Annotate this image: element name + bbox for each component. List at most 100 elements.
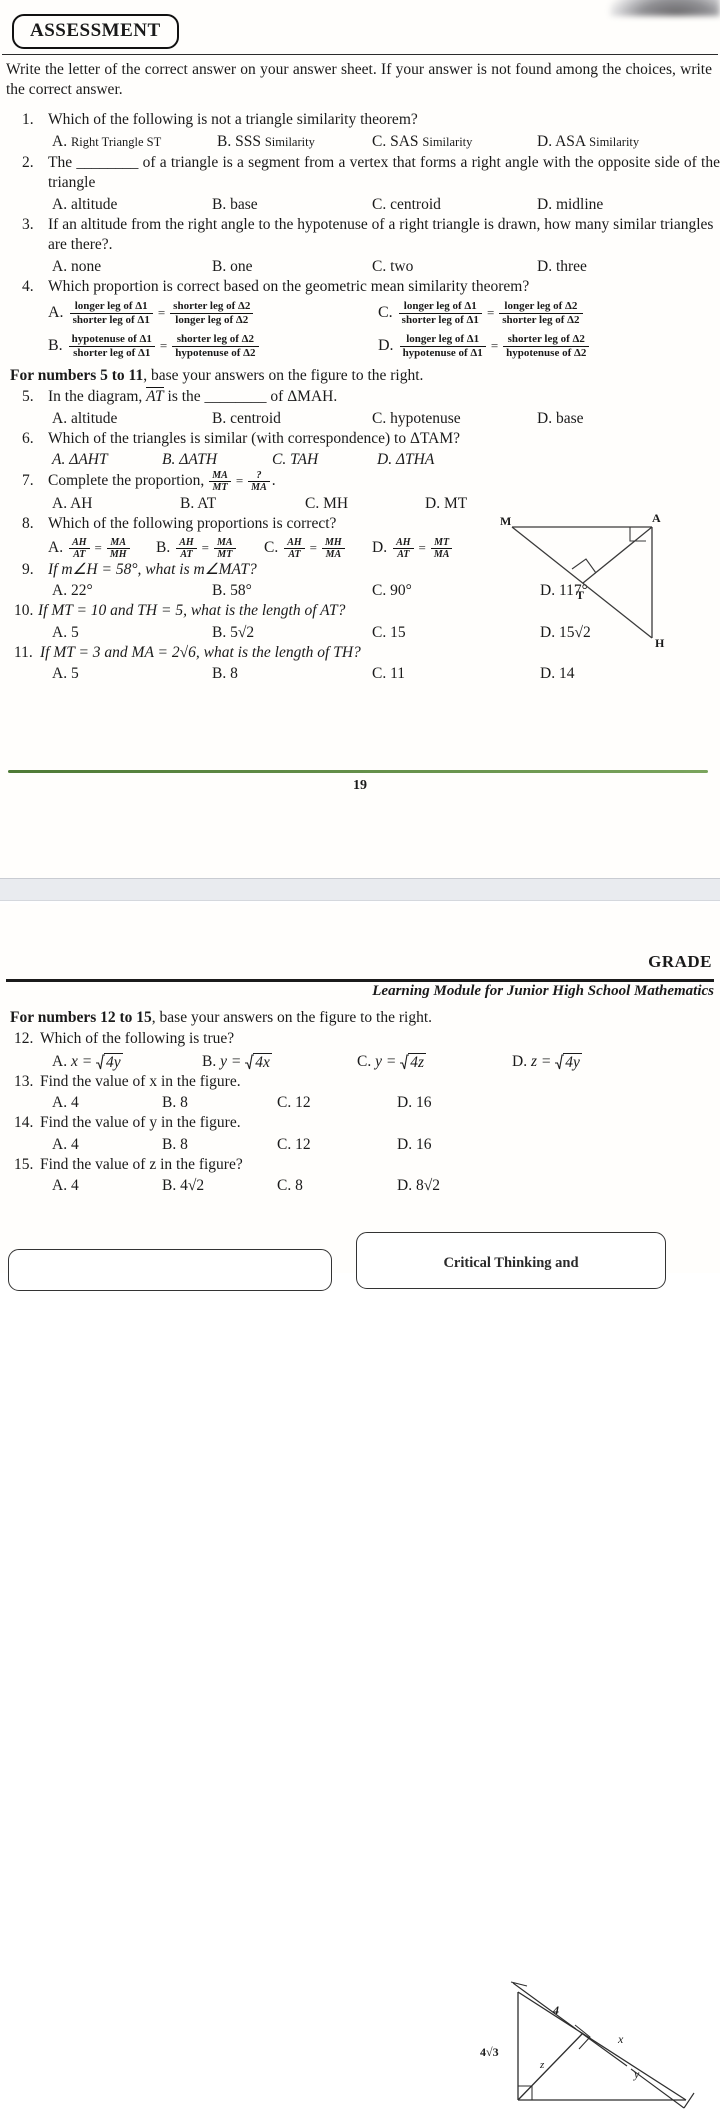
choice-c[interactable]: C. hypotenuse bbox=[372, 408, 537, 429]
choice-d[interactable]: D. 14 bbox=[540, 663, 574, 684]
hypotenuse bbox=[517, 1991, 687, 2101]
choice-c[interactable]: C. AH AT = MH MA bbox=[264, 537, 372, 560]
choice-b[interactable]: B. hypotenuse of Δ1 shorter leg of Δ1 = s… bbox=[48, 333, 378, 359]
choice-a[interactable]: A. 5 bbox=[52, 663, 212, 684]
choice-c[interactable]: C. 12 bbox=[277, 1134, 397, 1155]
choice-c[interactable]: C. centroid bbox=[372, 194, 537, 215]
choice-b[interactable]: B. y = 4x bbox=[202, 1052, 357, 1072]
choice-c[interactable]: C. 8 bbox=[277, 1175, 397, 1196]
radical-expression: 4z bbox=[400, 1052, 426, 1072]
equals-sign: = bbox=[157, 305, 166, 320]
question-7-choices: A. AH B. AT C. MH D. MT bbox=[52, 493, 720, 514]
choice-d[interactable]: D. z = 4y bbox=[512, 1052, 582, 1072]
choice-subtext: Similarity bbox=[422, 134, 473, 149]
question-number: 3. bbox=[22, 215, 34, 233]
fraction-denominator: AT bbox=[397, 548, 410, 560]
choice-d[interactable]: D. 8√2 bbox=[397, 1175, 440, 1196]
fraction-denominator: MA bbox=[325, 548, 342, 560]
choice-lhs: x = bbox=[70, 1053, 93, 1070]
choice-d[interactable]: D. MT bbox=[425, 493, 467, 514]
segment-at-altitude bbox=[582, 526, 653, 584]
choice-b[interactable]: B. 58° bbox=[212, 580, 372, 601]
choice-d[interactable]: D. three bbox=[537, 256, 587, 277]
equals-sign: = bbox=[309, 540, 318, 555]
choice-d[interactable]: D. AH AT = MT MA bbox=[372, 537, 454, 560]
fraction-denominator: AT bbox=[288, 548, 301, 560]
choice-c[interactable]: C. SAS Similarity bbox=[372, 131, 537, 153]
choice-b[interactable]: B. one bbox=[212, 256, 372, 277]
choice-b[interactable]: B. base bbox=[212, 194, 372, 215]
question-text: In the diagram, AT is the ________ of ΔM… bbox=[48, 387, 720, 408]
choice-a[interactable]: A. 4 bbox=[52, 1134, 162, 1155]
question-number: 13. bbox=[14, 1072, 34, 1090]
choice-a[interactable]: A. altitude bbox=[52, 194, 212, 215]
question-13-choices: A. 4 B. 8 C. 12 D. 16 bbox=[52, 1092, 720, 1113]
radical-expression: 4y bbox=[96, 1052, 123, 1072]
choice-a[interactable]: A. ΔAHT bbox=[52, 449, 162, 470]
choice-d[interactable]: D. 16 bbox=[397, 1134, 431, 1155]
choice-b[interactable]: B. 4√2 bbox=[162, 1175, 277, 1196]
equals-sign: = bbox=[486, 305, 495, 320]
question-1-choices: A. Right Triangle ST B. SSS Similarity C… bbox=[52, 131, 720, 153]
choice-b[interactable]: B. AT bbox=[180, 493, 305, 514]
choice-a[interactable]: A. AH bbox=[52, 493, 180, 514]
question-text: Complete the proportion, MA MT = ? MA . bbox=[48, 470, 720, 493]
question-number: 8. bbox=[22, 515, 34, 532]
choice-letter: C. bbox=[357, 1053, 372, 1070]
choice-a[interactable]: A. altitude bbox=[52, 408, 212, 429]
fraction-denominator: hypotenuse of Δ2 bbox=[175, 346, 256, 359]
choice-a[interactable]: A. none bbox=[52, 256, 212, 277]
question-6: 6. Which of the triangles is similar (wi… bbox=[22, 429, 720, 450]
radical-expression: 4x bbox=[245, 1052, 272, 1072]
choice-c[interactable]: C. 11 bbox=[372, 663, 540, 684]
question-text: The ________ of a triangle is a segment … bbox=[48, 153, 720, 192]
choice-c[interactable]: C. longer leg of Δ1 shorter leg of Δ1 = l… bbox=[378, 300, 585, 326]
bottom-box-right[interactable]: Critical Thinking and bbox=[356, 1232, 666, 1289]
fraction-denominator: hypotenuse of Δ2 bbox=[506, 346, 587, 359]
fraction-numerator: longer leg of Δ1 bbox=[69, 300, 153, 314]
choice-a[interactable]: A. longer leg of Δ1 shorter leg of Δ1 = s… bbox=[48, 300, 378, 326]
choice-b[interactable]: B. ΔATH bbox=[162, 449, 272, 470]
choice-d[interactable]: D. longer leg of Δ1 hypotenuse of Δ1 = sh… bbox=[378, 333, 591, 359]
choice-b[interactable]: B. 8 bbox=[212, 663, 372, 684]
question-11-choices: A. 5 B. 8 C. 11 D. 14 bbox=[52, 663, 720, 684]
choice-text: SAS bbox=[390, 132, 419, 150]
page-gap bbox=[0, 878, 720, 904]
question-number: 1. bbox=[22, 111, 34, 128]
choice-a[interactable]: A. AH AT = MA MH bbox=[48, 537, 156, 560]
choice-b[interactable]: B. centroid bbox=[212, 408, 372, 429]
choice-a[interactable]: A. 4 bbox=[52, 1092, 162, 1113]
choice-c[interactable]: C. TAH bbox=[272, 449, 377, 470]
choice-d[interactable]: D. 16 bbox=[397, 1092, 431, 1113]
choice-c[interactable]: C. 12 bbox=[277, 1092, 397, 1113]
choice-a[interactable]: A. x = 4y bbox=[52, 1052, 202, 1072]
choice-letter: D. bbox=[372, 539, 388, 556]
fraction-numerator: ? bbox=[248, 470, 270, 482]
choice-c[interactable]: C. y = 4z bbox=[357, 1052, 512, 1072]
measure-bracket-hypotenuse bbox=[510, 1981, 695, 2109]
choice-b[interactable]: B. AH AT = MA MT bbox=[156, 537, 264, 560]
choice-a[interactable]: A. 4 bbox=[52, 1175, 162, 1196]
radicand: 4y bbox=[104, 1052, 123, 1071]
fraction-denominator: MA bbox=[433, 548, 450, 560]
choice-b[interactable]: B. 8 bbox=[162, 1134, 277, 1155]
choice-d[interactable]: D. ASA Similarity bbox=[537, 131, 639, 153]
choice-a[interactable]: A. Right Triangle ST bbox=[52, 131, 217, 153]
equals-sign: = bbox=[159, 338, 168, 353]
choice-b[interactable]: B. SSS Similarity bbox=[217, 131, 372, 153]
choice-b[interactable]: B. 5√2 bbox=[212, 622, 372, 643]
choice-c[interactable]: C. MH bbox=[305, 493, 425, 514]
bottom-box-left[interactable] bbox=[8, 1249, 332, 1291]
choice-a[interactable]: A. 5 bbox=[52, 622, 212, 643]
question-number: 6. bbox=[22, 429, 34, 447]
fraction-denominator: shorter leg of Δ1 bbox=[72, 313, 150, 326]
choice-d[interactable]: D. base bbox=[537, 408, 584, 429]
choice-c[interactable]: C. two bbox=[372, 256, 537, 277]
choice-d[interactable]: D. midline bbox=[537, 194, 603, 215]
period: . bbox=[271, 472, 276, 490]
choice-d[interactable]: D. ΔTHA bbox=[377, 449, 434, 470]
fraction-denominator: shorter leg of Δ1 bbox=[73, 346, 151, 359]
choice-b[interactable]: B. 8 bbox=[162, 1092, 277, 1113]
choice-a[interactable]: A. 22° bbox=[52, 580, 212, 601]
fraction-numerator: AH bbox=[393, 537, 414, 549]
